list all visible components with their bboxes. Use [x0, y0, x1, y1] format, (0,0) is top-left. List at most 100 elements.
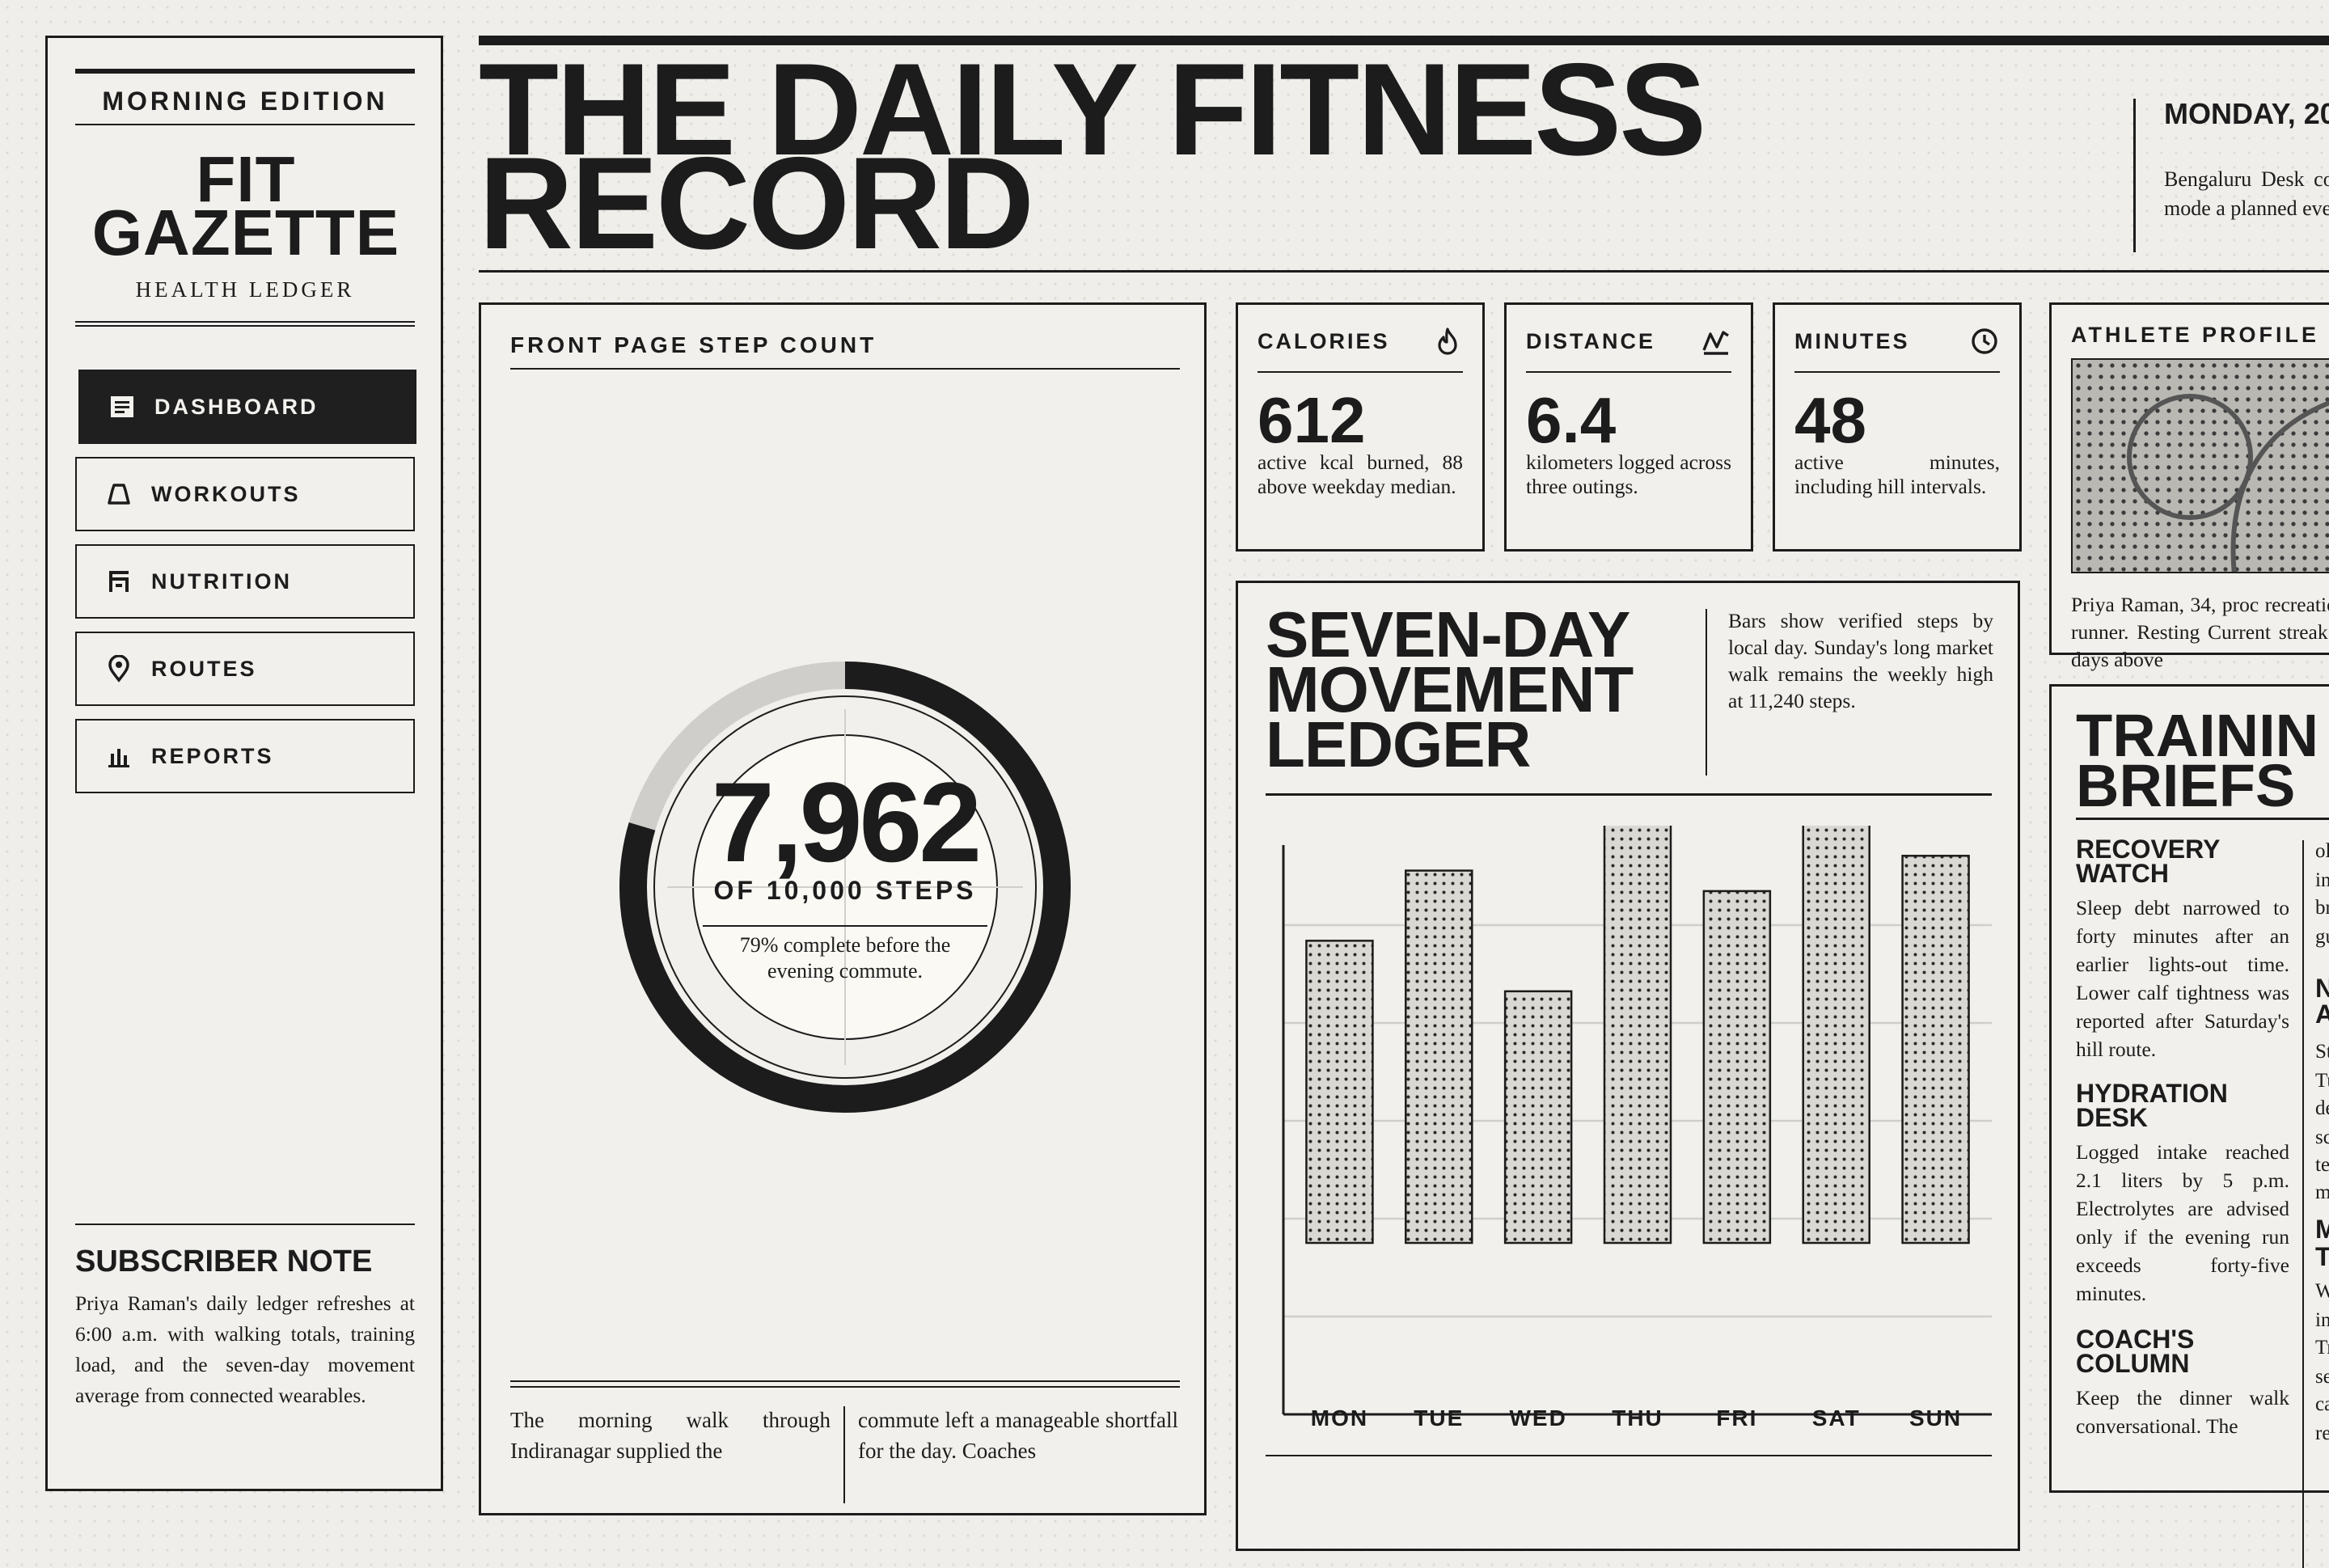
- chart-bar-sun: [1901, 855, 1970, 1245]
- brief-heading: COACH'S COLUMN: [2076, 1325, 2294, 1378]
- step-card-heading: FRONT PAGE STEP COUNT: [510, 332, 877, 357]
- chart-bar-thu: [1603, 826, 1672, 1245]
- brief-body: Logged intake reached 2.1 liters by 5 p.…: [2076, 1140, 2289, 1305]
- athlete-heading: ATHLETE PROFILE: [2071, 323, 2319, 347]
- brief-side-fragment: br: [2315, 897, 2329, 919]
- brief-side-fragment: W: [2315, 1280, 2329, 1302]
- briefs-column-rule: [2302, 840, 2304, 1568]
- subscriber-note-body: Priya Raman's daily ledger refreshes at …: [75, 1291, 415, 1407]
- bar-chart-icon: [103, 740, 135, 772]
- metric-value: 6.4: [1526, 384, 1617, 456]
- step-count-value: 7,962: [711, 759, 982, 885]
- story-column: The morning walk through Indiranagar sup…: [510, 1408, 831, 1463]
- chart-header-rule: [1266, 793, 1992, 796]
- brief-side-fragment: te: [2315, 1154, 2329, 1176]
- brief-side-fragment: m: [2315, 1181, 2329, 1203]
- step-progress-note: 79% complete before the evening commute.: [739, 933, 951, 983]
- briefs-title-line: BRIEFS: [2076, 752, 2296, 819]
- chart-footer-rule: [1266, 1455, 1992, 1456]
- brief-side-fragment: N: [2315, 974, 2329, 1003]
- map-pin-icon: [103, 653, 135, 685]
- logo-subtitle: HEALTH LEDGER: [135, 277, 355, 302]
- chart-description: Bars show verified steps by local day. S…: [1728, 609, 1993, 712]
- nav-item-dashboard[interactable]: DASHBOARD: [78, 370, 416, 444]
- bar-chart: MON TUE WED THU FRI SAT SUN: [1282, 826, 1992, 1431]
- nav-item-nutrition[interactable]: NUTRITION: [75, 544, 415, 619]
- nav-item-routes[interactable]: ROUTES: [75, 632, 415, 706]
- chart-x-label: WED: [1509, 1405, 1566, 1431]
- metric-value: 612: [1257, 384, 1366, 456]
- metric-description: active minutes, including hill intervals…: [1794, 450, 2000, 498]
- metric-label: MINUTES: [1794, 329, 1910, 353]
- logo-line: GAZETTE: [91, 197, 400, 268]
- brief-side-fragment: M: [2315, 1215, 2329, 1244]
- chart-title: SEVEN-DAY MOVEMENT LEDGER: [1266, 602, 1718, 780]
- chart-bar-tue: [1405, 869, 1473, 1245]
- chart-title-line: LEDGER: [1266, 708, 1531, 780]
- metric-card-distance: DISTANCE 6.4 kilometers logged across th…: [1504, 302, 1753, 552]
- chart-x-label: FRI: [1716, 1405, 1757, 1431]
- nav-label: DASHBOARD: [154, 394, 319, 419]
- flame-icon: [1432, 326, 1463, 357]
- edition-label: MORNING EDITION: [102, 87, 388, 116]
- briefs-title: TRAININ BRIEFS: [2076, 706, 2318, 819]
- metric-card-minutes: MINUTES 48 active minutes, including hil…: [1773, 302, 2022, 552]
- metric-description: active kcal burned, 88 above weekday med…: [1257, 450, 1463, 498]
- masthead-rule: [75, 124, 415, 125]
- brief-heading-line: RECOVERY: [2076, 835, 2221, 864]
- kettlebell-icon: [103, 478, 135, 510]
- chart-x-label: SAT: [1812, 1405, 1861, 1431]
- brief-side-fragment: in: [2315, 869, 2329, 891]
- chart-header-divider: [1706, 609, 1707, 776]
- metric-card-calories: CALORIES 612 active kcal burned, 88 abov…: [1236, 302, 1485, 552]
- athlete-photo: [2071, 358, 2329, 573]
- chart-bar-mon: [1305, 940, 1374, 1245]
- nav-item-workouts[interactable]: WORKOUTS: [75, 457, 415, 531]
- nav-label: REPORTS: [151, 743, 274, 768]
- metric-rule: [1526, 371, 1731, 373]
- brief-side-fragment: T: [2315, 1242, 2329, 1271]
- story-double-rule: [510, 1380, 1180, 1388]
- athlete-profile-card: ATHLETE PROFILE Priya Raman, 34, proc re…: [2049, 302, 2329, 671]
- subscriber-note-title: SUBSCRIBER NOTE: [75, 1245, 373, 1278]
- heading-rule: [510, 368, 1180, 370]
- brief-heading: RECOVERY WATCH: [2076, 835, 2294, 886]
- athlete-bio: Priya Raman, 34, proc recreational runne…: [2071, 593, 2329, 671]
- chart-x-label: TUE: [1414, 1405, 1464, 1431]
- brief-side-fragment: Tu: [2315, 1070, 2329, 1092]
- chart-x-label: THU: [1612, 1405, 1663, 1431]
- brief-side-fragment: ca: [2315, 1393, 2329, 1415]
- brief-side-fragment: ol: [2315, 840, 2329, 862]
- nav-label: NUTRITION: [151, 568, 292, 594]
- page-title: THE DAILY FITNESS RECORD: [479, 44, 1853, 269]
- app-logo[interactable]: FIT GAZETTE: [64, 147, 428, 268]
- brief-body: Keep the dinner walk conversational. The: [2076, 1386, 2289, 1438]
- brief-side-fragment: de: [2315, 1097, 2329, 1119]
- dashboard-icon: [106, 391, 138, 423]
- header-divider: [2133, 99, 2136, 252]
- training-briefs-card: TRAININ BRIEFS RECOVERY WATCH Sleep debt…: [2049, 684, 2329, 1568]
- metric-rule: [1794, 371, 2000, 373]
- story-column-rule: [843, 1406, 845, 1503]
- nav-label: ROUTES: [151, 656, 257, 681]
- subscriber-rule: [75, 1224, 415, 1225]
- metric-label: CALORIES: [1257, 329, 1390, 353]
- chart-bar-sat: [1802, 826, 1870, 1245]
- chart-x-label: MON: [1311, 1405, 1368, 1431]
- brief-side-fragment: gu: [2315, 926, 2329, 948]
- brief-heading-line: COLUMN: [2076, 1349, 2190, 1378]
- header-bottom-rule: [479, 270, 2329, 273]
- utensils-icon: [103, 565, 135, 598]
- masthead-double-rule: [75, 321, 415, 327]
- brief-heading-line: COACH'S: [2076, 1325, 2195, 1354]
- brief-side-fragment: Tr: [2315, 1337, 2329, 1359]
- story-column: commute left a manageable shortfall for …: [858, 1408, 1178, 1463]
- brief-side-fragment: A: [2315, 1000, 2329, 1029]
- nav-item-reports[interactable]: REPORTS: [75, 719, 415, 793]
- brief-side-fragment: in: [2315, 1309, 2329, 1331]
- metric-value: 48: [1794, 384, 1866, 456]
- step-count-card: FRONT PAGE STEP COUNT 7,962 OF 10,000 ST…: [479, 302, 1207, 1515]
- header-date: MONDAY, 2026: [2164, 97, 2329, 130]
- metric-label: DISTANCE: [1526, 329, 1656, 353]
- brief-heading-line: DESK: [2076, 1103, 2148, 1132]
